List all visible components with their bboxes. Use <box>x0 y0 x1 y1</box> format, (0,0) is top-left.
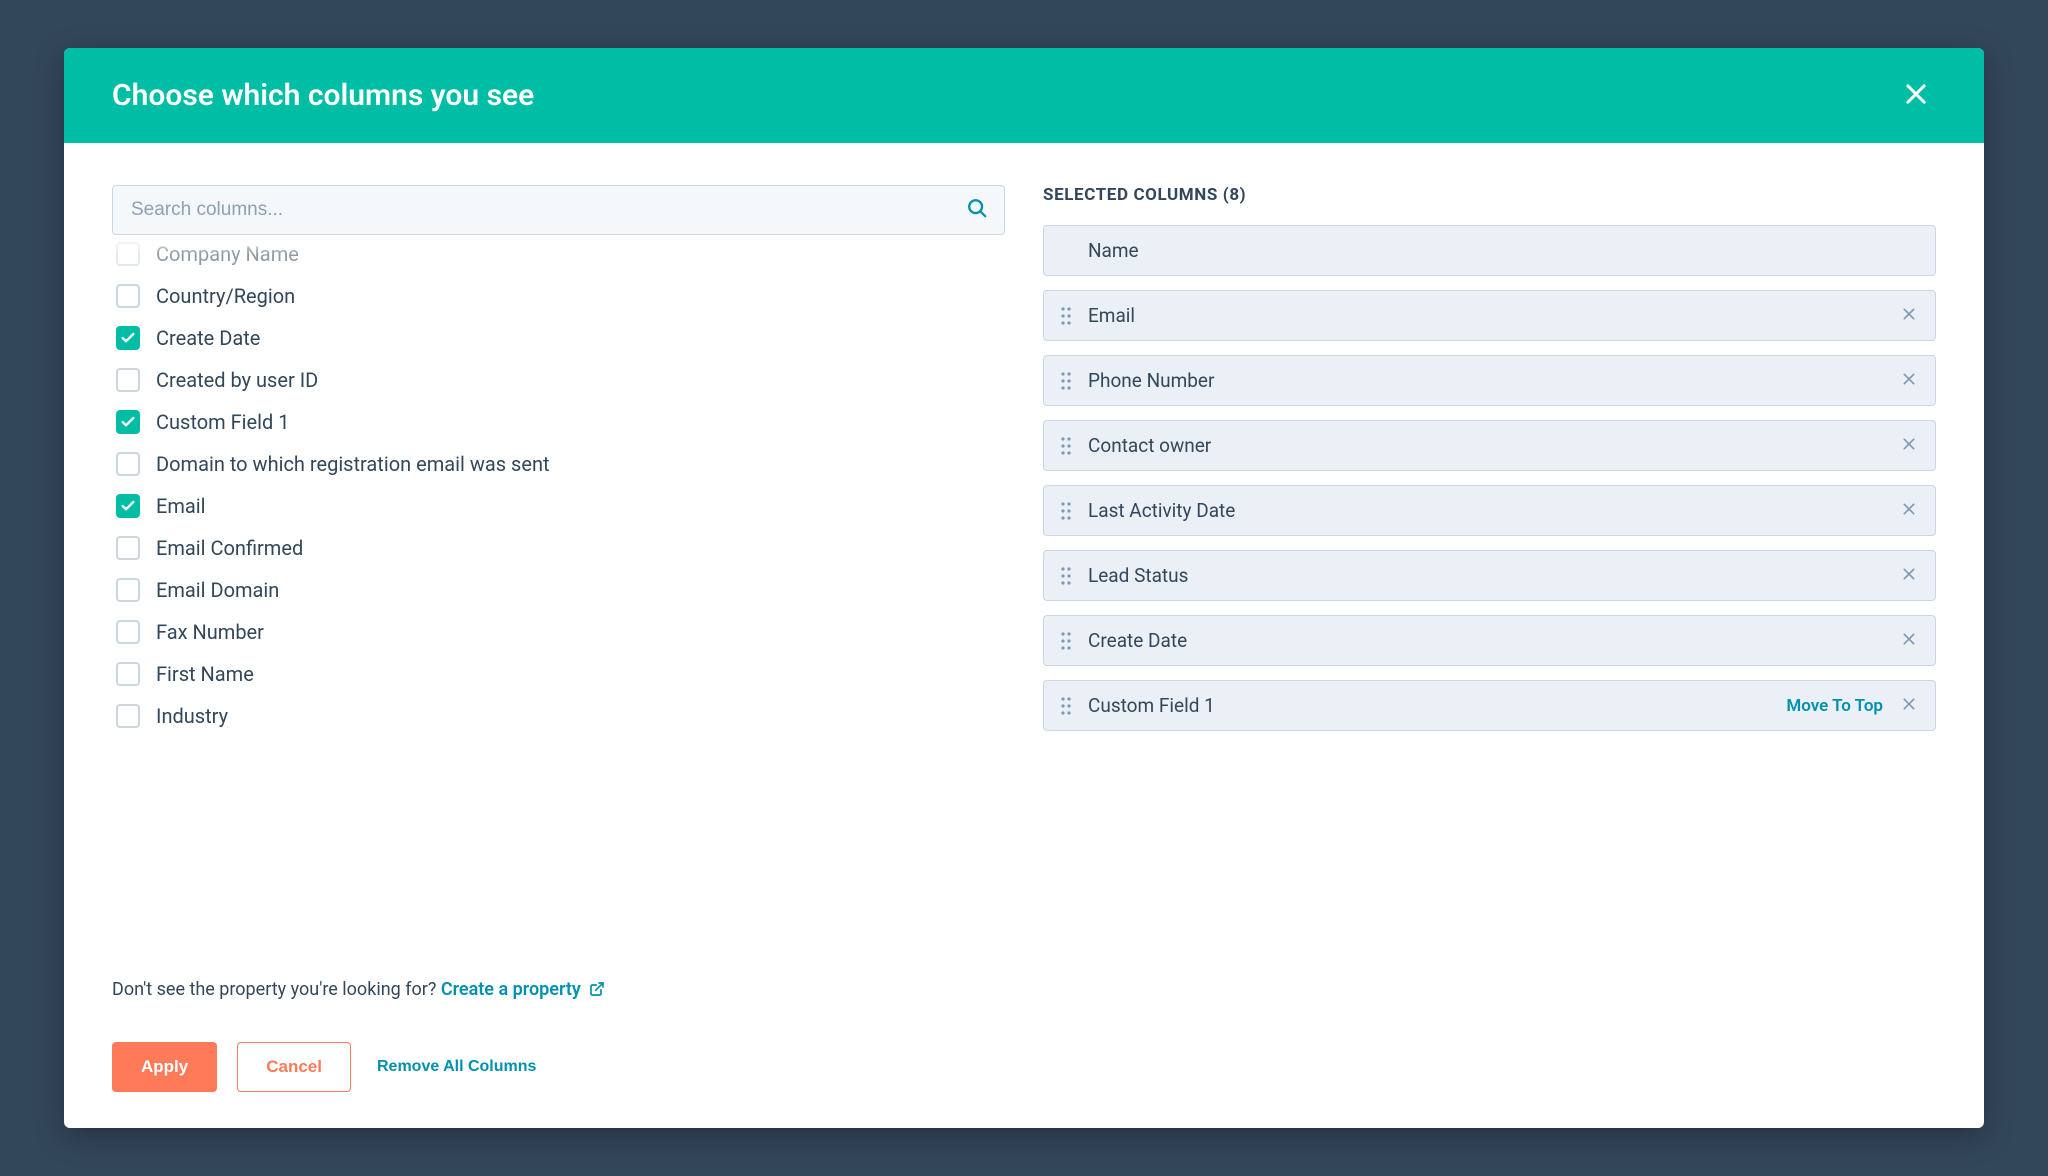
selected-column-label: Phone Number <box>1088 369 1899 392</box>
apply-button[interactable]: Apply <box>112 1042 217 1092</box>
close-icon <box>1901 371 1917 390</box>
close-icon <box>1902 80 1930 111</box>
selected-column-label: Last Activity Date <box>1088 499 1899 522</box>
drag-handle-icon[interactable] <box>1060 566 1072 586</box>
available-column-item[interactable]: Email Confirmed <box>112 533 1005 563</box>
column-checkbox[interactable] <box>116 368 140 392</box>
drag-handle-icon[interactable] <box>1060 631 1072 651</box>
available-column-item[interactable]: Company Name <box>112 239 1005 269</box>
selected-column-label: Lead Status <box>1088 564 1899 587</box>
helper-text: Don't see the property you're looking fo… <box>112 979 441 1000</box>
selected-column-label: Email <box>1088 304 1899 327</box>
available-column-item[interactable]: Industry <box>112 701 1005 731</box>
selected-column-item[interactable]: Custom Field 1Move To Top <box>1043 680 1936 731</box>
available-column-label: Industry <box>156 704 228 728</box>
available-column-item[interactable]: Created by user ID <box>112 365 1005 395</box>
close-icon <box>1901 631 1917 650</box>
selected-column-item[interactable]: Email <box>1043 290 1936 341</box>
column-checkbox[interactable] <box>116 620 140 644</box>
create-property-link-label: Create a property <box>441 979 581 1000</box>
remove-column-button[interactable] <box>1899 564 1919 587</box>
remove-all-columns-button[interactable]: Remove All Columns <box>377 1058 536 1076</box>
selected-columns-panel: SELECTED COLUMNS (8) Name Email Phone Numb… <box>1043 185 1936 1004</box>
available-column-label: Country/Region <box>156 284 295 308</box>
remove-column-button[interactable] <box>1899 369 1919 392</box>
selected-column-item[interactable]: Contact owner <box>1043 420 1936 471</box>
close-icon <box>1901 566 1917 585</box>
column-checkbox[interactable] <box>116 326 140 350</box>
available-column-label: Domain to which registration email was s… <box>156 452 550 476</box>
modal-body: Company Name Country/Region Create Date Cre… <box>64 143 1984 1014</box>
selected-column-label: Contact owner <box>1088 434 1899 457</box>
available-column-item[interactable]: Country/Region <box>112 281 1005 311</box>
column-checkbox[interactable] <box>116 242 140 266</box>
available-column-item[interactable]: Custom Field 1 <box>112 407 1005 437</box>
available-column-label: Created by user ID <box>156 368 318 392</box>
drag-handle-icon[interactable] <box>1060 306 1072 326</box>
available-column-label: Email Confirmed <box>156 536 303 560</box>
search-input[interactable] <box>113 186 1004 234</box>
column-checkbox[interactable] <box>116 410 140 434</box>
available-column-label: First Name <box>156 662 254 686</box>
close-icon <box>1901 501 1917 520</box>
available-column-label: Company Name <box>156 242 299 266</box>
available-column-item[interactable]: Email <box>112 491 1005 521</box>
close-icon <box>1901 436 1917 455</box>
selected-column-item[interactable]: Phone Number <box>1043 355 1936 406</box>
modal-header: Choose which columns you see <box>64 48 1984 143</box>
available-column-item[interactable]: Create Date <box>112 323 1005 353</box>
column-checkbox[interactable] <box>116 452 140 476</box>
selected-columns-list: Name Email Phone Number Contact owner Last A… <box>1043 225 1936 731</box>
column-checkbox[interactable] <box>116 662 140 686</box>
remove-column-button[interactable] <box>1899 629 1919 652</box>
close-button[interactable] <box>1896 74 1936 117</box>
selected-column-item[interactable]: Create Date <box>1043 615 1936 666</box>
drag-handle-icon[interactable] <box>1060 501 1072 521</box>
available-columns-panel: Company Name Country/Region Create Date Cre… <box>112 185 1005 1004</box>
selected-column-label: Custom Field 1 <box>1088 694 1786 717</box>
column-checkbox[interactable] <box>116 578 140 602</box>
column-chooser-modal: Choose which columns you see Company Nam… <box>64 48 1984 1128</box>
close-icon <box>1901 306 1917 325</box>
move-to-top-button[interactable]: Move To Top <box>1786 696 1883 716</box>
available-column-label: Custom Field 1 <box>156 410 290 434</box>
search-field-wrapper <box>112 185 1005 235</box>
remove-column-button[interactable] <box>1899 304 1919 327</box>
column-checkbox[interactable] <box>116 704 140 728</box>
available-column-label: Email Domain <box>156 578 279 602</box>
column-checkbox[interactable] <box>116 536 140 560</box>
available-column-item[interactable]: First Name <box>112 659 1005 689</box>
selected-column-label: Create Date <box>1088 629 1899 652</box>
drag-handle-icon[interactable] <box>1060 371 1072 391</box>
create-property-link[interactable]: Create a property <box>441 979 606 1000</box>
cancel-button[interactable]: Cancel <box>237 1042 351 1092</box>
modal-title: Choose which columns you see <box>112 78 534 113</box>
create-property-helper: Don't see the property you're looking fo… <box>112 965 1005 1004</box>
drag-handle-icon[interactable] <box>1060 696 1072 716</box>
available-column-label: Email <box>156 494 206 518</box>
available-column-item[interactable]: Email Domain <box>112 575 1005 605</box>
selected-column-label: Name <box>1088 239 1919 262</box>
available-column-item[interactable]: Domain to which registration email was s… <box>112 449 1005 479</box>
remove-column-button[interactable] <box>1899 694 1919 717</box>
selected-columns-heading: SELECTED COLUMNS (8) <box>1043 185 1936 205</box>
column-checkbox[interactable] <box>116 494 140 518</box>
available-column-item[interactable]: Fax Number <box>112 617 1005 647</box>
selected-column-item: Name <box>1043 225 1936 276</box>
remove-column-button[interactable] <box>1899 499 1919 522</box>
external-link-icon <box>589 981 605 1002</box>
selected-column-item[interactable]: Lead Status <box>1043 550 1936 601</box>
column-checkbox[interactable] <box>116 284 140 308</box>
remove-column-button[interactable] <box>1899 434 1919 457</box>
available-column-label: Create Date <box>156 326 260 350</box>
selected-column-item[interactable]: Last Activity Date <box>1043 485 1936 536</box>
available-columns-list: Company Name Country/Region Create Date Cre… <box>112 233 1005 965</box>
drag-handle-icon[interactable] <box>1060 436 1072 456</box>
modal-footer: Apply Cancel Remove All Columns <box>64 1014 1984 1128</box>
available-column-label: Fax Number <box>156 620 264 644</box>
close-icon <box>1901 696 1917 715</box>
